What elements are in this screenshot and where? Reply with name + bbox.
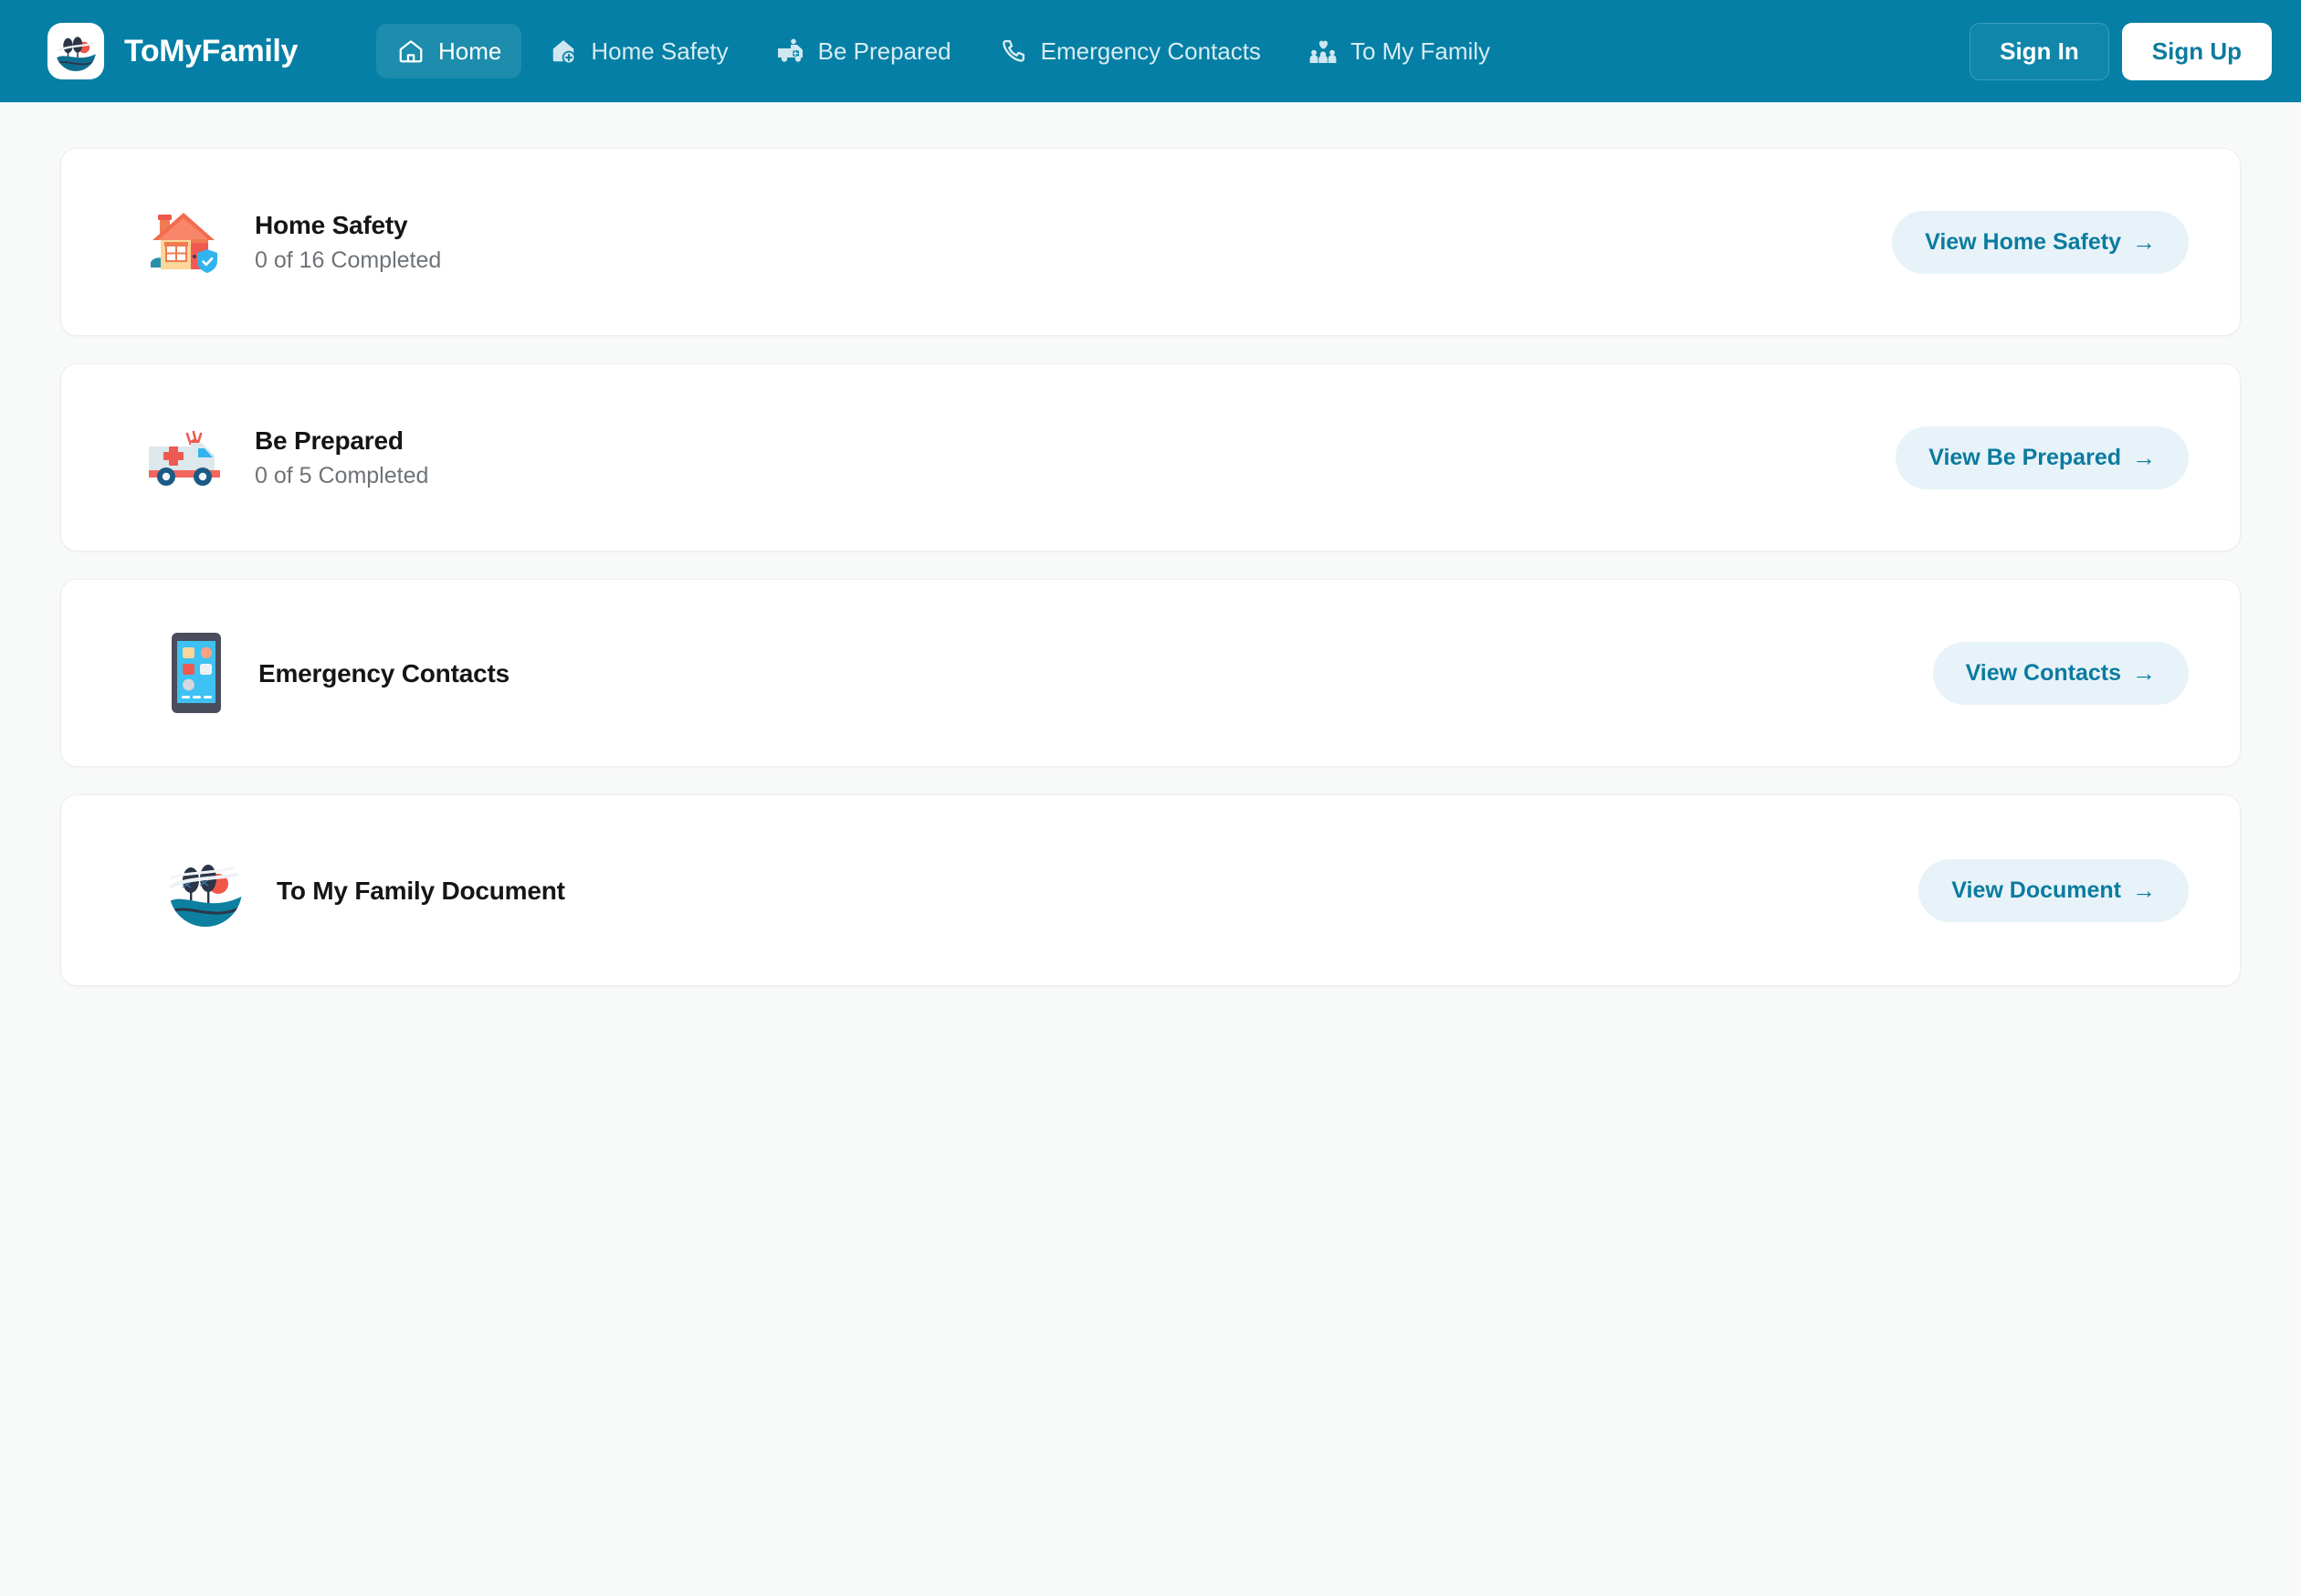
card-text: Be Prepared 0 of 5 Completed: [255, 425, 428, 490]
brand[interactable]: ToMyFamily: [47, 23, 298, 79]
view-contacts-label: View Contacts: [1965, 659, 2121, 686]
card-text: Home Safety 0 of 16 Completed: [255, 209, 441, 275]
card-text: Emergency Contacts: [258, 657, 510, 689]
arrow-right-icon: →: [2132, 877, 2156, 904]
card-progress-text: 0 of 5 Completed: [255, 462, 429, 488]
arrow-right-icon: →: [2132, 228, 2156, 256]
view-home-safety-label: View Home Safety: [1925, 228, 2121, 255]
ambulance-icon: [140, 414, 227, 501]
nav-item-emergency-contacts[interactable]: Emergency Contacts: [979, 24, 1281, 79]
tomyfamily-landscape-logo-icon: [162, 846, 249, 934]
house-shield-plus-icon: [549, 37, 578, 66]
card-home-safety[interactable]: Home Safety 0 of 16 Completed View Home …: [60, 148, 2241, 336]
arrow-right-icon: →: [2132, 444, 2156, 471]
card-text: To My Family Document: [277, 875, 565, 907]
sign-in-button[interactable]: Sign In: [1970, 22, 2109, 80]
view-home-safety-button[interactable]: View Home Safety →: [1892, 210, 2189, 274]
card-emergency-contacts[interactable]: Emergency Contacts View Contacts →: [60, 579, 2241, 767]
brand-name: ToMyFamily: [124, 33, 298, 68]
card-left: Home Safety 0 of 16 Completed: [140, 198, 441, 286]
view-document-label: View Document: [1951, 877, 2121, 903]
card-title: To My Family Document: [277, 876, 565, 905]
view-be-prepared-label: View Be Prepared: [1928, 444, 2121, 470]
nav-item-be-prepared[interactable]: Be Prepared: [756, 24, 972, 79]
view-document-button[interactable]: View Document →: [1918, 858, 2189, 922]
house-with-shield-icon: [140, 198, 227, 286]
card-be-prepared[interactable]: Be Prepared 0 of 5 Completed View Be Pre…: [60, 363, 2241, 551]
card-title: Be Prepared: [255, 425, 404, 455]
card-left: Emergency Contacts: [162, 629, 510, 717]
house-outline-icon: [396, 37, 426, 66]
view-be-prepared-button[interactable]: View Be Prepared →: [1896, 425, 2189, 489]
card-progress-text: 0 of 16 Completed: [255, 247, 442, 273]
phone-handset-icon: [999, 37, 1028, 66]
card-title: Home Safety: [255, 210, 408, 239]
nav-label-be-prepared: Be Prepared: [817, 37, 951, 65]
ambulance-icon: [776, 37, 805, 66]
auth-actions: Sign In Sign Up: [1970, 22, 2272, 80]
nav-label-emergency-contacts: Emergency Contacts: [1040, 37, 1261, 65]
nav-label-home-safety: Home Safety: [591, 37, 729, 65]
nav-item-to-my-family[interactable]: To My Family: [1288, 24, 1510, 79]
smartphone-icon: [162, 629, 231, 717]
nav-item-home[interactable]: Home: [375, 24, 522, 79]
nav-label-home: Home: [437, 37, 502, 65]
card-to-my-family-document[interactable]: To My Family Document View Document →: [60, 794, 2241, 986]
main-content: Home Safety 0 of 16 Completed View Home …: [0, 102, 2301, 986]
app-header: ToMyFamily Home Home Safety Be Prepared …: [0, 0, 2301, 102]
family-heart-icon: [1308, 37, 1338, 66]
card-left: To My Family Document: [162, 846, 565, 934]
nav-item-home-safety[interactable]: Home Safety: [529, 24, 748, 79]
card-title: Emergency Contacts: [258, 658, 510, 688]
view-contacts-button[interactable]: View Contacts →: [1932, 641, 2189, 705]
card-left: Be Prepared 0 of 5 Completed: [140, 414, 428, 501]
sign-up-button[interactable]: Sign Up: [2121, 22, 2272, 80]
arrow-right-icon: →: [2132, 659, 2156, 687]
main-nav: Home Home Safety Be Prepared Emergency C…: [375, 24, 1970, 79]
tomyfamily-logo-icon: [47, 23, 104, 79]
nav-label-to-my-family: To My Family: [1350, 37, 1491, 65]
